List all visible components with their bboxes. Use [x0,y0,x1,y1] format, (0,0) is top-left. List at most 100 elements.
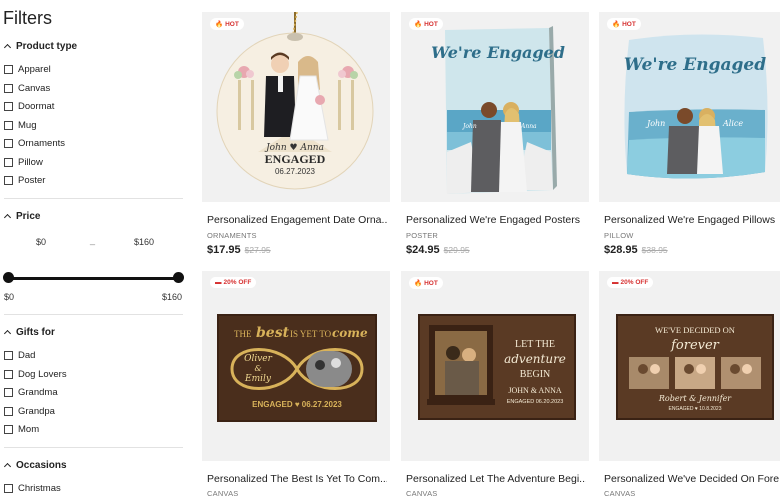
checkbox[interactable] [4,84,13,93]
flame-icon: 🔥 [414,21,423,28]
checkbox[interactable] [4,425,13,434]
filter-option-ornaments[interactable]: Ornaments [4,138,65,149]
option-label: Poster [18,175,46,186]
filter-option-dog-lovers[interactable]: Dog Lovers [4,369,67,380]
gifts-for-header[interactable]: Gifts for [4,327,55,338]
product-image[interactable]: We're Engaged John Anna 🔥 HOT [401,12,589,202]
canvas-line-2: adventure [504,352,566,366]
current-price: $24.95 [406,244,440,256]
filter-option-dad[interactable]: Dad [4,350,35,361]
badge-text: HOT [424,20,438,28]
ornament-illustration: John ♥ Anna ENGAGED 06.27.2023 [216,12,374,190]
hot-badge: 🔥 HOT [409,18,443,30]
filter-option-pillow[interactable]: Pillow [4,157,43,168]
badge-text: HOT [225,20,239,28]
filter-option-grandma[interactable]: Grandma [4,387,58,398]
price-slider-track[interactable] [8,277,178,280]
occasions-header[interactable]: Occasions [4,460,67,471]
filters-title: Filters [3,8,52,28]
product-price: $17.95 $27.95 [207,244,271,256]
product-card[interactable]: WE'VE DECIDED ON forever Robert & Jennif… [599,271,780,502]
chevron-up-icon [4,213,11,220]
price-header[interactable]: Price [4,211,40,222]
checkbox[interactable] [4,407,13,416]
product-price: $24.95 $29.95 [406,244,470,256]
badge-text: HOT [424,279,438,287]
pillow-illustration: We're Engaged John Alice [624,34,768,179]
chevron-up-icon [4,43,11,50]
poster-name-2: Anna [520,123,537,130]
checkbox[interactable] [4,388,13,397]
product-category: CANVAS [207,489,239,498]
canvas-footer: ENGAGED ♥ 06.27.2023 [252,400,342,409]
product-image[interactable]: WE'VE DECIDED ON forever Robert & Jennif… [599,271,780,461]
product-title[interactable]: Personalized Let The Adventure Begi... [406,473,586,485]
tag-icon: ▬ [215,279,222,286]
badge-text: HOT [622,20,636,28]
product-card[interactable]: THE best IS YET TO come Oliver & Emily E… [202,271,390,502]
product-category: CANVAS [604,489,636,498]
checkbox[interactable] [4,484,13,493]
checkbox[interactable] [4,65,13,74]
checkbox[interactable] [4,158,13,167]
price-max-input[interactable]: $160 [134,237,154,247]
product-image[interactable]: THE best IS YET TO come Oliver & Emily E… [202,271,390,461]
old-price: $29.95 [443,245,470,255]
price-max-label: $160 [162,292,183,302]
product-title[interactable]: Personalized Engagement Date Orna... [207,214,387,226]
price-label: Price [16,211,41,222]
product-category: ORNAMENTS [207,231,257,240]
product-title[interactable]: Personalized We're Engaged Posters [406,214,586,226]
price-min-label: $0 [4,292,15,302]
product-card[interactable]: We're Engaged John Anna 🔥 HOT Personalize… [401,12,589,262]
divider [4,198,183,199]
pillow-name-2: Alice [722,119,743,128]
old-price: $38.95 [641,245,668,255]
product-type-header[interactable]: Product type [4,41,77,52]
product-image[interactable]: LET THE adventure BEGIN JOHN & ANNA ENGA… [401,271,589,461]
option-label: Apparel [18,64,51,75]
filter-option-grandpa[interactable]: Grandpa [4,406,55,417]
canvas-line-1d: come [332,326,368,340]
canvas-names: JOHN & ANNA [508,386,562,395]
gifts-for-label: Gifts for [16,327,55,338]
filter-option-doormat[interactable]: Doormat [4,101,54,112]
filter-option-mom[interactable]: Mom [4,424,39,435]
filter-option-christmas[interactable]: Christmas [4,483,61,494]
price-slider-min-handle[interactable] [3,272,14,283]
product-title[interactable]: Personalized We've Decided On Fore... [604,473,780,485]
option-label: Dad [18,350,36,361]
product-category: CANVAS [406,489,438,498]
discount-badge: ▬ 20% OFF [607,277,654,288]
price-min-input[interactable]: $0 [36,237,46,247]
product-image[interactable]: John ♥ Anna ENGAGED 06.27.2023 🔥 HOT [202,12,390,202]
product-card[interactable]: John ♥ Anna ENGAGED 06.27.2023 🔥 HOT Pers… [202,12,390,262]
divider [4,314,183,315]
product-card[interactable]: LET THE adventure BEGIN JOHN & ANNA ENGA… [401,271,589,502]
product-card[interactable]: We're Engaged John Alice 🔥 HOT Personaliz… [599,12,780,262]
checkbox[interactable] [4,102,13,111]
product-title[interactable]: Personalized The Best Is Yet To Com... [207,473,387,485]
discount-badge: ▬ 20% OFF [210,277,257,288]
filter-option-poster[interactable]: Poster [4,175,45,186]
product-title[interactable]: Personalized We're Engaged Pillows [604,214,780,226]
checkbox[interactable] [4,370,13,379]
filter-option-canvas[interactable]: Canvas [4,83,50,94]
option-label: Christmas [18,483,61,494]
price-slider-max-handle[interactable] [173,272,184,283]
checkbox[interactable] [4,176,13,185]
product-type-label: Product type [16,41,78,52]
checkbox[interactable] [4,351,13,360]
filters-sidebar: Filters Product type Apparel Canvas Door… [0,0,190,502]
canvas-line-1c: IS YET TO [290,329,332,339]
poster-illustration: We're Engaged John Anna [431,26,565,194]
old-price: $27.95 [244,245,271,255]
filter-option-apparel[interactable]: Apparel [4,64,51,75]
filter-option-mug[interactable]: Mug [4,120,36,131]
product-image[interactable]: We're Engaged John Alice 🔥 HOT [599,12,780,202]
option-label: Grandpa [18,406,55,417]
hot-badge: 🔥 HOT [607,18,641,30]
checkbox[interactable] [4,121,13,130]
option-label: Dog Lovers [18,369,67,380]
checkbox[interactable] [4,139,13,148]
